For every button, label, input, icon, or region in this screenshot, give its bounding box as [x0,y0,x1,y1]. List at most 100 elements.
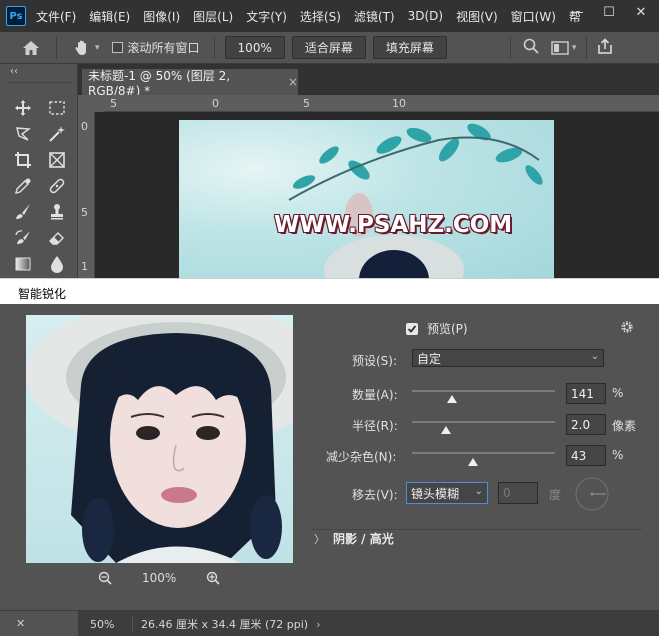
crop-tool-icon[interactable] [12,150,34,170]
menu-select[interactable]: 选择(S) [300,8,341,25]
move-tool-icon[interactable] [12,98,34,118]
preview-zoom-controls: 100% [98,570,220,586]
search-icon[interactable] [523,38,539,57]
horizontal-ruler: 5 0 5 10 [104,95,659,112]
remove-select[interactable]: 镜头模糊 ⌄ [406,482,488,504]
noise-slider-thumb[interactable] [468,458,478,466]
share-icon[interactable] [597,38,613,57]
preset-label: 预设(S): [352,354,398,368]
checkbox-box[interactable] [111,42,123,53]
chevron-down-icon: ⌄ [474,486,483,497]
home-icon[interactable] [14,32,48,64]
document-image[interactable]: WWW.PSAHZ.COM [179,120,554,278]
zoom-100-button[interactable]: 100% [224,36,285,59]
menu-edit[interactable]: 编辑(E) [89,8,130,25]
magic-wand-icon[interactable] [46,124,68,144]
settings-gear-icon[interactable] [620,320,634,337]
preview-zoom-value: 100% [142,571,177,585]
shadows-highlights-toggle[interactable]: 〉 阴影 / 高光 [314,530,394,547]
amount-slider-thumb[interactable] [447,395,457,403]
menu-view[interactable]: 视图(V) [456,8,498,25]
status-bar: ✕ 50% 26.46 厘米 x 34.4 厘米 (72 ppi) › [0,610,659,636]
collapse-panel-icon[interactable]: ‹‹ [10,66,18,77]
gradient-tool-icon[interactable] [12,254,34,274]
menu-3d[interactable]: 3D(D) [408,9,443,23]
close-tab-icon[interactable]: × [288,75,298,89]
eraser-tool-icon[interactable] [46,228,68,248]
chevron-right-icon[interactable]: 〉 [314,531,325,547]
angle-input[interactable]: 0 [498,482,538,504]
remove-label: 移去(V): [352,488,398,502]
scroll-all-label: 滚动所有窗口 [127,41,200,55]
scroll-all-windows-checkbox[interactable]: 滚动所有窗口 [111,39,200,56]
angle-dial-icon[interactable] [574,476,610,515]
menu-file[interactable]: 文件(F) [36,8,76,25]
close-button[interactable]: ✕ [626,0,656,24]
hand-tool-icon[interactable]: ▾ [73,39,100,57]
history-brush-icon[interactable] [12,228,34,248]
preview-checkbox[interactable]: 预览(P) [406,320,468,337]
ruler-label: 0 [212,97,219,110]
noise-input[interactable]: 43 [566,445,606,466]
menu-bar: Ps 文件(F) 编辑(E) 图像(I) 图层(L) 文字(Y) 选择(S) 滤… [0,0,659,32]
menu-layer[interactable]: 图层(L) [193,8,233,25]
vertical-ruler: 0 5 1 [78,112,95,278]
radius-label: 半径(R): [352,419,398,433]
workspace-icon[interactable]: ▾ [551,40,577,55]
menu-window[interactable]: 窗口(W) [511,8,556,25]
blur-tool-icon[interactable] [46,254,68,274]
brush-tool-icon[interactable] [12,202,34,222]
close-panel-icon[interactable]: ✕ [16,617,25,630]
chevron-down-icon[interactable]: ▾ [95,43,100,53]
radius-input[interactable]: 2.0 [566,414,606,435]
ruler-label: 10 [392,97,406,110]
marquee-tool-icon[interactable] [46,98,68,118]
noise-unit: % [612,448,624,462]
menu-type[interactable]: 文字(Y) [246,8,287,25]
radius-slider-track[interactable] [412,421,555,423]
watermark-text: WWW.PSAHZ.COM [274,212,513,238]
fill-screen-button[interactable]: 填充屏幕 [372,36,447,59]
ruler-corner [78,95,104,112]
menu-filter[interactable]: 滤镜(T) [354,8,395,25]
frame-tool-icon[interactable] [46,150,68,170]
menu-image[interactable]: 图像(I) [143,8,180,25]
photoshop-logo: Ps [6,6,26,26]
filter-preview-image[interactable] [26,315,293,563]
zoom-out-icon[interactable] [98,571,112,585]
document-info: 26.46 厘米 x 34.4 厘米 (72 ppi) [141,618,309,631]
maximize-button[interactable]: ☐ [594,0,624,24]
options-bar: ▾ 滚动所有窗口 100% 适合屏幕 填充屏幕 ▾ [0,32,659,64]
healing-brush-icon[interactable] [46,176,68,196]
dialog-titlebar[interactable]: 智能锐化 [0,278,659,304]
document-tab[interactable]: 未标题-1 @ 50% (图层 2, RGB/8#) * × [82,68,298,98]
zoom-in-icon[interactable] [206,571,220,585]
chevron-right-icon[interactable]: › [316,618,320,631]
preview-label: 预览(P) [427,322,468,336]
ruler-label: 5 [303,97,310,110]
dialog-title: 智能锐化 [18,287,67,301]
zoom-level[interactable]: 50% [90,618,124,631]
angle-unit: 度 [549,488,562,502]
stamp-tool-icon[interactable] [46,202,68,222]
noise-slider-track[interactable] [412,452,555,454]
reduce-noise-label: 减少杂色(N): [326,450,397,464]
eyedropper-icon[interactable] [12,176,34,196]
fit-screen-button[interactable]: 适合屏幕 [291,36,366,59]
lasso-tool-icon[interactable] [12,124,34,144]
ruler-label: 0 [81,120,88,133]
amount-unit: % [612,386,624,400]
preset-select[interactable]: 自定 ⌄ [412,349,604,367]
amount-slider-track[interactable] [412,390,555,392]
ruler-label: 5 [110,97,117,110]
minimize-button[interactable]: — [562,0,592,24]
check-icon[interactable] [406,322,418,335]
document-tab-title: 未标题-1 @ 50% (图层 2, RGB/8#) * [88,68,231,98]
amount-input[interactable]: 141 [566,383,606,404]
document-tab-bar: 未标题-1 @ 50% (图层 2, RGB/8#) * × [78,64,659,98]
radius-slider-thumb[interactable] [441,426,451,434]
preset-value: 自定 [417,351,442,366]
chevron-down-icon[interactable]: ▾ [572,43,577,53]
canvas-area[interactable]: WWW.PSAHZ.COM [95,112,659,278]
remove-value: 镜头模糊 [411,486,460,501]
